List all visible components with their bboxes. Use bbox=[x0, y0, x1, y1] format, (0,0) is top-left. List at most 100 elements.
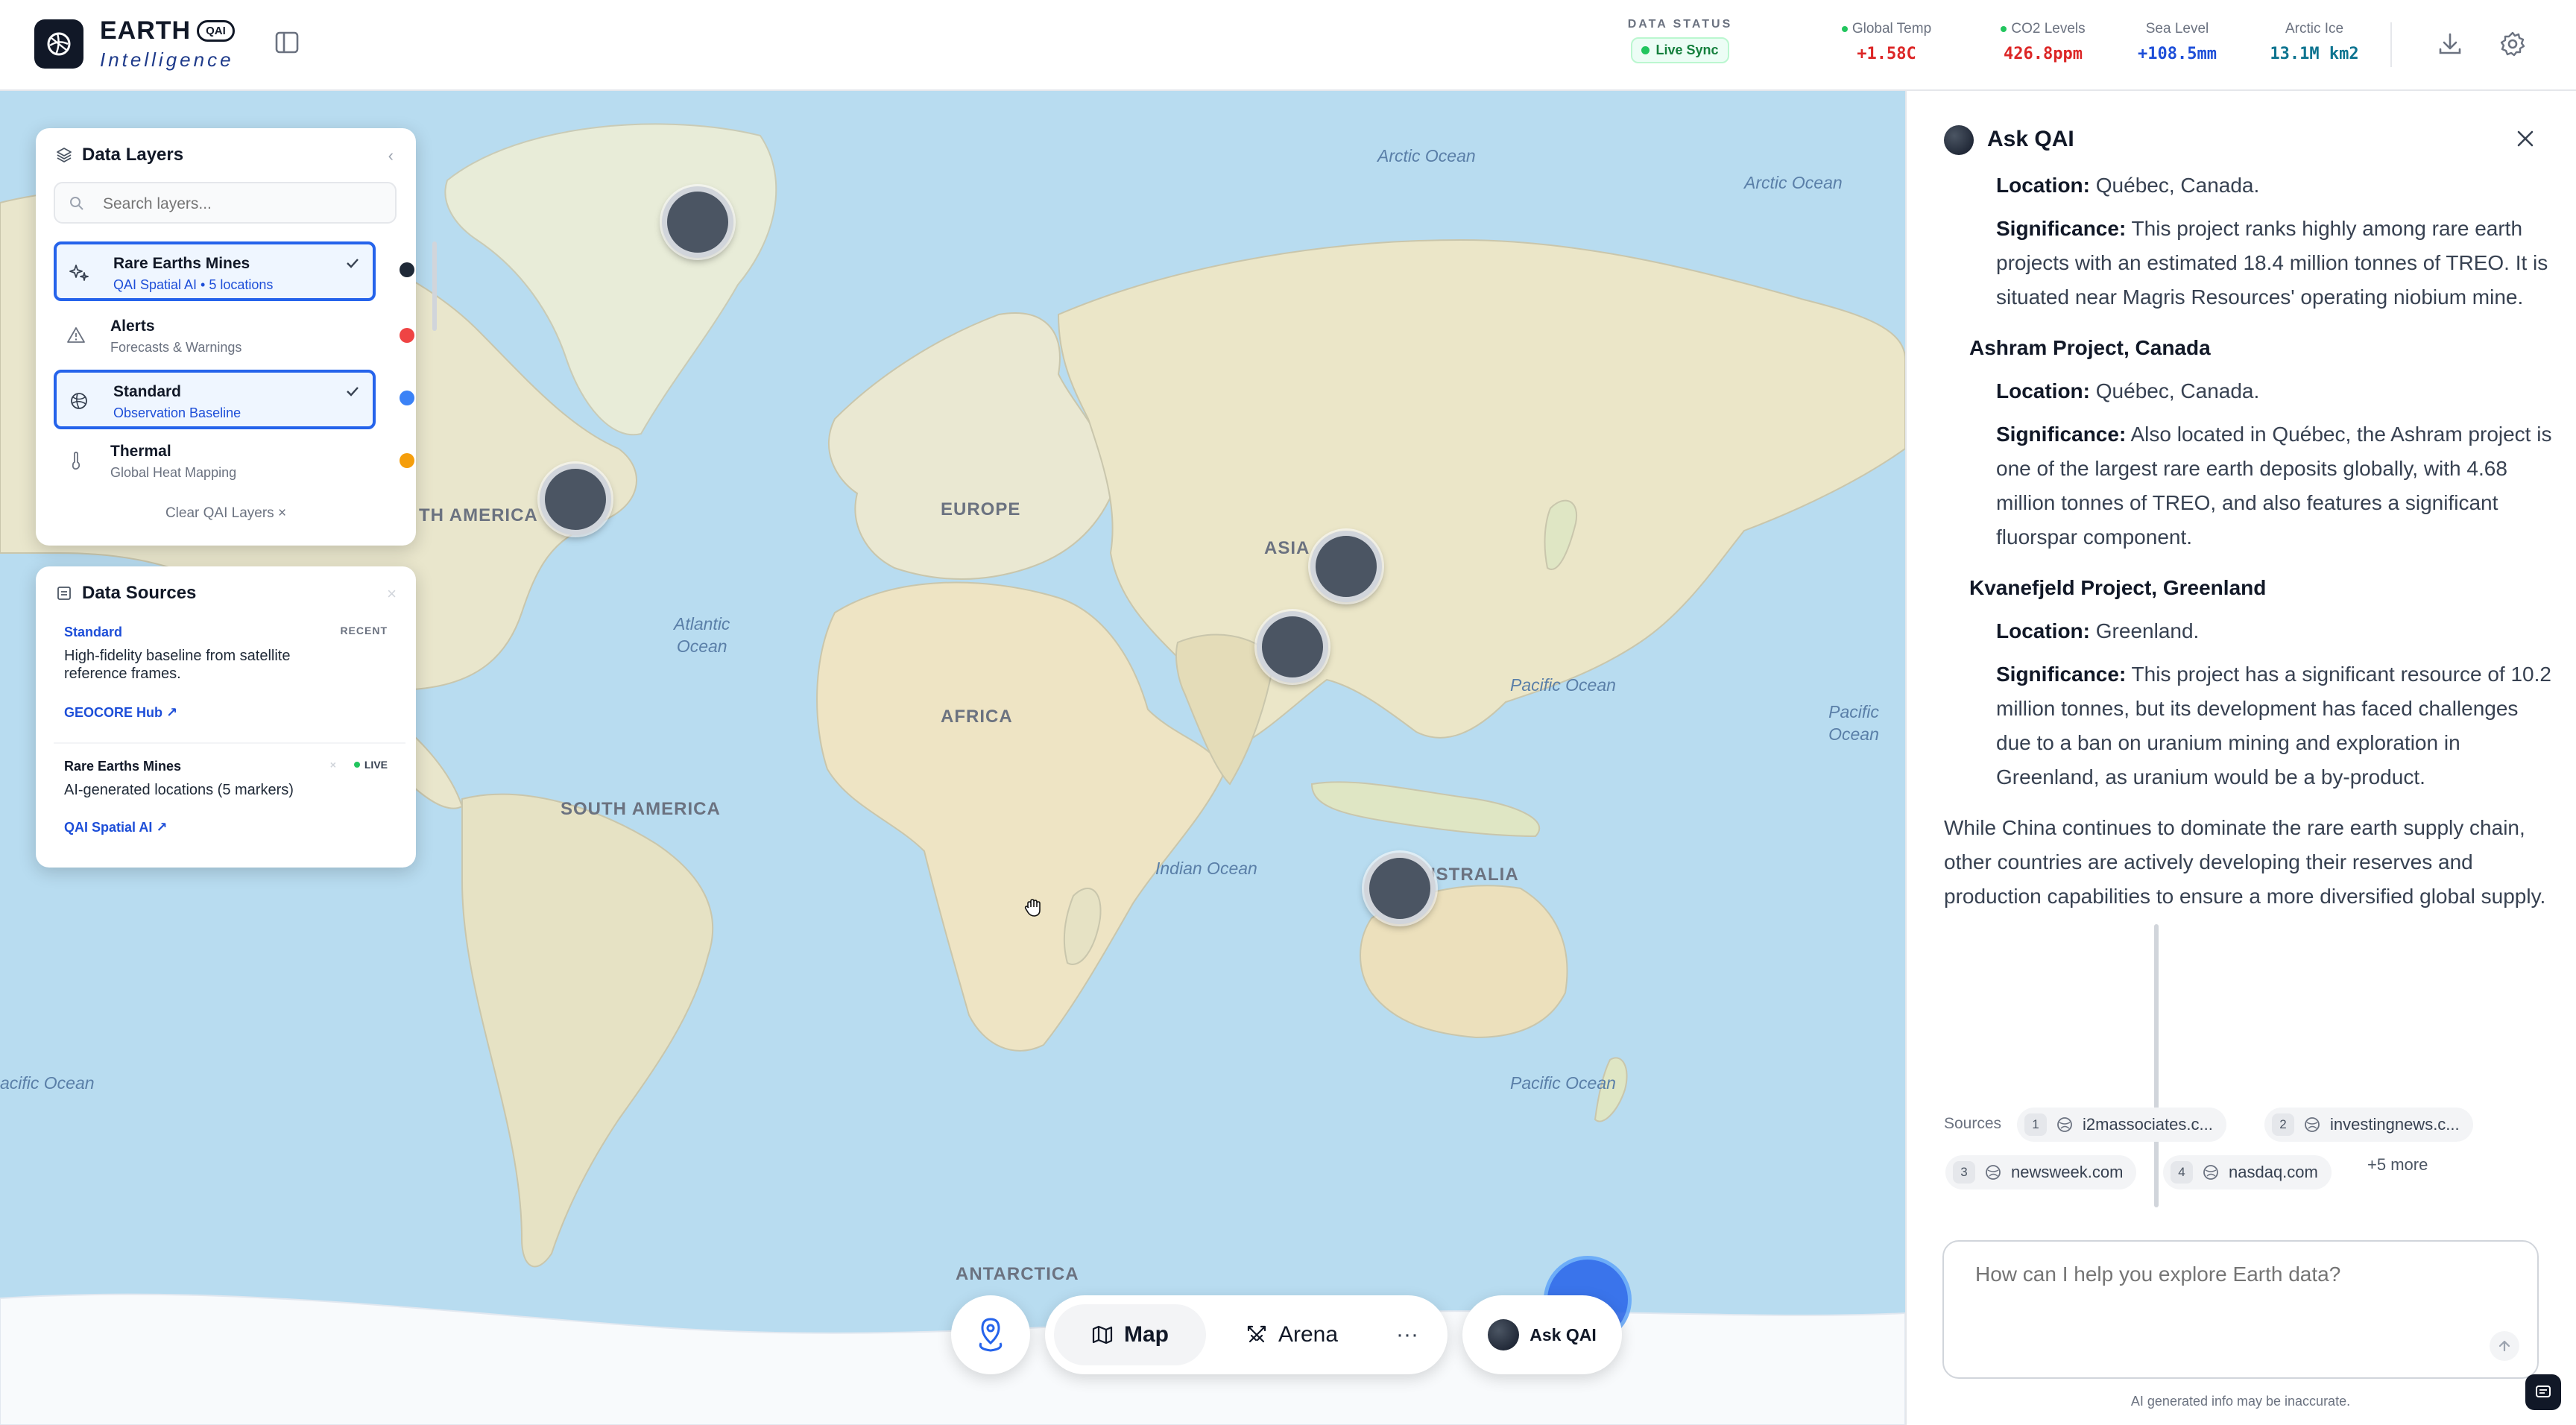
ask-qai-button[interactable]: Ask QAI bbox=[1462, 1295, 1622, 1374]
globe-icon bbox=[2203, 1165, 2218, 1180]
grab-cursor-icon bbox=[1024, 899, 1041, 917]
metric-label: Global Temp bbox=[1852, 21, 1932, 37]
location-button[interactable] bbox=[951, 1295, 1030, 1374]
map-marker[interactable] bbox=[662, 186, 733, 258]
source-card-standard: Standard RECENT High-fidelity baseline f… bbox=[54, 625, 405, 744]
search-icon bbox=[70, 197, 83, 210]
mode-switcher: Map Arena ··· bbox=[1045, 1295, 1448, 1374]
globe-icon bbox=[71, 393, 87, 409]
source-number: 4 bbox=[2171, 1161, 2193, 1184]
source-chip[interactable]: 1 i2massociates.c... bbox=[2017, 1108, 2226, 1142]
source-name: Standard bbox=[64, 625, 123, 639]
landmass-south-america bbox=[461, 793, 714, 1268]
more-sources-button[interactable]: +5 more bbox=[2367, 1155, 2428, 1175]
metric-sea-level: Sea Level +108.5mm bbox=[2106, 21, 2248, 63]
source-chip[interactable]: 2 investingnews.c... bbox=[2264, 1108, 2473, 1142]
close-icon[interactable] bbox=[2512, 125, 2539, 152]
layers-scrollbar[interactable] bbox=[432, 241, 437, 331]
label-north-america: TH AMERICA bbox=[419, 505, 538, 525]
label-atlantic-ocean: Atlantic Ocean bbox=[674, 614, 730, 656]
layer-subtitle: Forecasts & Warnings bbox=[110, 340, 242, 355]
ask-qai-panel: Ask QAI Location: Québec, Canada. Signif… bbox=[1905, 91, 2576, 1425]
source-chip[interactable]: 3 newsweek.com bbox=[1945, 1155, 2137, 1189]
response-paragraph: Significance: This project has a signifi… bbox=[1996, 663, 2551, 789]
sidebar-toggle-icon[interactable] bbox=[274, 30, 300, 55]
arrow-up-icon bbox=[2498, 1340, 2510, 1352]
map-marker[interactable] bbox=[1310, 531, 1382, 602]
label-europe: EUROPE bbox=[941, 499, 1021, 519]
response-paragraph: Significance: This project ranks highly … bbox=[1996, 217, 2548, 309]
data-status: DATA STATUS Live Sync bbox=[1625, 18, 1735, 63]
data-sources-panel: Data Sources × Standard RECENT High-fide… bbox=[36, 566, 416, 868]
response-heading: Kvanefjeld Project, Greenland bbox=[1969, 576, 2267, 599]
metric-value: 426.8ppm bbox=[2004, 45, 2083, 63]
label-antarctica: ANTARCTICA bbox=[956, 1264, 1079, 1284]
layer-subtitle: Observation Baseline bbox=[113, 405, 242, 420]
logo-icon bbox=[47, 32, 71, 56]
response-paragraph: Location: Greenland. bbox=[1996, 619, 2200, 642]
gear-icon[interactable] bbox=[2498, 30, 2527, 58]
source-site: newsweek.com bbox=[2011, 1163, 2124, 1181]
ai-disclaimer: AI generated info may be inaccurate. bbox=[2130, 1394, 2351, 1409]
source-name: Rare Earths Mines bbox=[64, 759, 182, 774]
response-paragraph: Significance: Also located in Québec, th… bbox=[1996, 423, 2552, 549]
collapse-chevron-icon[interactable]: ‹ bbox=[388, 146, 394, 165]
source-number: 1 bbox=[2024, 1113, 2047, 1136]
source-site: investingnews.c... bbox=[2330, 1115, 2460, 1134]
status-dot bbox=[1841, 26, 1848, 32]
data-layers-panel: Data Layers ‹ Rare Earths Mines QAI Spat… bbox=[36, 128, 437, 546]
map-mode-label: Map bbox=[1124, 1322, 1169, 1347]
chat-input[interactable] bbox=[1974, 1261, 2498, 1353]
close-icon[interactable]: × bbox=[387, 584, 397, 604]
chat-scrollbar[interactable] bbox=[2154, 924, 2159, 1207]
arena-mode-button[interactable]: Arena bbox=[1213, 1304, 1370, 1365]
layer-search-input[interactable] bbox=[101, 191, 388, 218]
source-chip[interactable]: 4 nasdaq.com bbox=[2163, 1155, 2332, 1189]
ask-qai-title: Ask QAI bbox=[1987, 127, 2074, 151]
metric-co2-levels: CO2 Levels 426.8ppm bbox=[1972, 21, 2114, 63]
source-site: i2massociates.c... bbox=[2083, 1115, 2213, 1134]
earth-logo[interactable] bbox=[34, 19, 83, 69]
layer-name: Standard bbox=[113, 383, 182, 400]
chat-input-box[interactable] bbox=[1942, 1240, 2539, 1379]
layer-search[interactable] bbox=[54, 182, 397, 224]
download-icon[interactable] bbox=[2436, 30, 2464, 58]
source-link[interactable]: GEOCORE Hub ↗ bbox=[64, 705, 177, 721]
layer-item-alerts[interactable]: Alerts Forecasts & Warnings bbox=[54, 307, 376, 367]
source-tag: RECENT bbox=[340, 625, 388, 636]
metric-global-temp: Global Temp +1.58C bbox=[1816, 21, 1957, 63]
map-marker[interactable] bbox=[1364, 853, 1436, 924]
response-paragraph: Location: Québec, Canada. bbox=[1996, 379, 2260, 402]
label-south-america: SOUTH AMERICA bbox=[561, 799, 721, 819]
brand-subtitle: Intelligence bbox=[100, 48, 234, 71]
map-marker[interactable] bbox=[1257, 611, 1328, 683]
clear-qai-layers-button[interactable]: Clear QAI Layers × bbox=[36, 505, 416, 522]
send-button[interactable] bbox=[2490, 1331, 2519, 1361]
source-link[interactable]: QAI Spatial AI ↗ bbox=[64, 820, 167, 835]
response-summary: While China continues to dominate the ra… bbox=[1944, 816, 2546, 908]
source-tag: × LIVE bbox=[329, 759, 388, 771]
layer-name: Thermal bbox=[110, 443, 171, 460]
layer-item-thermal[interactable]: Thermal Global Heat Mapping bbox=[54, 432, 376, 492]
sparkles-icon bbox=[69, 265, 89, 281]
chat-history-button[interactable] bbox=[2525, 1374, 2561, 1410]
layer-item-rare-earths-mines[interactable]: Rare Earths Mines QAI Spatial AI • 5 loc… bbox=[54, 241, 376, 301]
map-mode-button[interactable]: Map bbox=[1054, 1304, 1206, 1365]
layer-color-dot bbox=[400, 391, 414, 405]
map-marker[interactable] bbox=[540, 464, 611, 535]
source-description: High-fidelity baseline from satellite re… bbox=[64, 648, 291, 682]
response-heading: Ashram Project, Canada bbox=[1969, 336, 2211, 359]
source-card-rare-earths: Rare Earths Mines × LIVE AI-generated loc… bbox=[54, 759, 405, 863]
top-header: EARTH QAI Intelligence DATA STATUS Live S… bbox=[0, 0, 2576, 91]
live-dot bbox=[353, 762, 360, 768]
layer-subtitle: QAI Spatial AI • 5 locations bbox=[113, 277, 274, 292]
qai-orb-icon bbox=[1944, 125, 1974, 155]
metric-value: +108.5mm bbox=[2138, 45, 2217, 63]
metric-label: CO2 Levels bbox=[2011, 21, 2086, 37]
more-options-button[interactable]: ··· bbox=[1377, 1304, 1437, 1365]
label-africa: AFRICA bbox=[941, 707, 1013, 727]
data-layers-title: Data Layers bbox=[82, 145, 184, 165]
check-icon bbox=[347, 387, 359, 396]
layer-item-standard[interactable]: Standard Observation Baseline bbox=[54, 370, 376, 429]
globe-icon bbox=[1986, 1165, 2001, 1180]
